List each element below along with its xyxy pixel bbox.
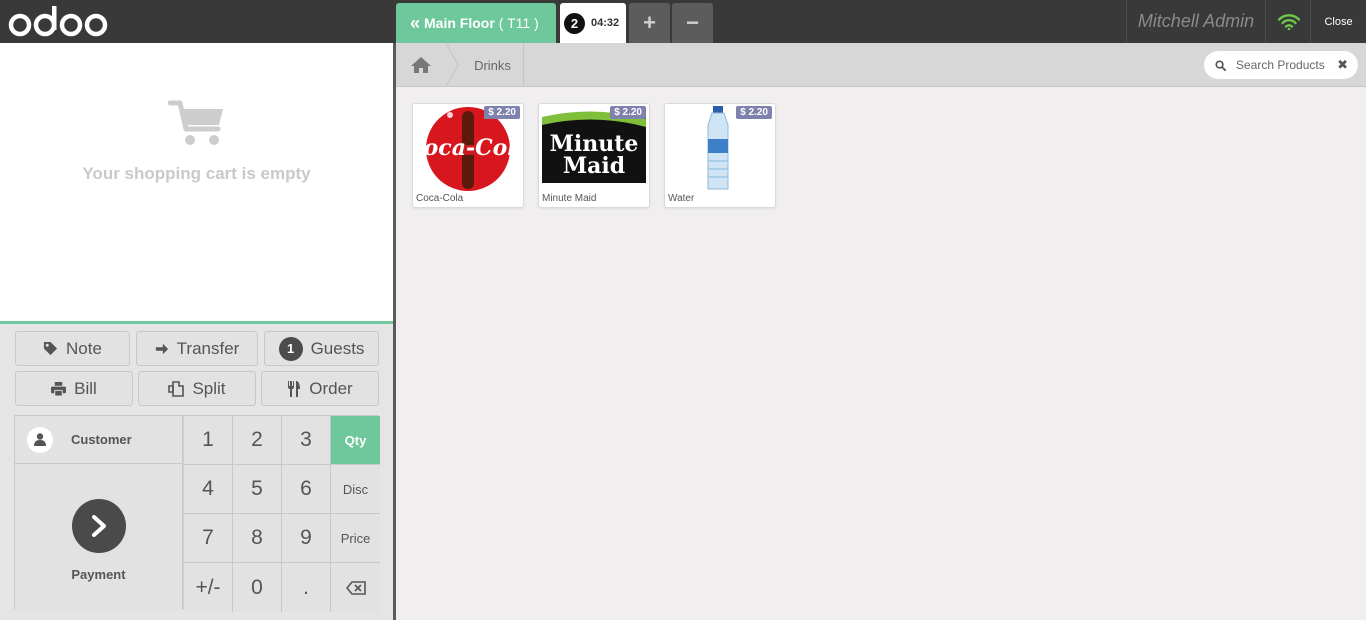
numpad-key-1[interactable]: 1 xyxy=(184,416,233,465)
product-price: $ 2.20 xyxy=(484,106,520,119)
user-icon xyxy=(34,433,46,446)
product-name: Water xyxy=(668,193,695,204)
breadcrumb-separator xyxy=(445,43,459,87)
note-button[interactable]: Note xyxy=(15,331,130,366)
payment-label: Payment xyxy=(71,566,126,582)
minus-icon: − xyxy=(686,10,699,35)
payment-circle xyxy=(71,498,126,553)
numpad-key-0[interactable]: 0 xyxy=(233,563,282,612)
chevron-right-icon xyxy=(91,514,106,537)
numpad-key-7[interactable]: 7 xyxy=(184,514,233,563)
numpad-key-plusminus[interactable]: +/- xyxy=(184,563,233,612)
back-to-floor-button[interactable]: « Main Floor ( T11 ) xyxy=(396,3,556,43)
product-price: $ 2.20 xyxy=(610,106,646,119)
order-number-badge: 2 xyxy=(564,12,585,34)
product-price: $ 2.20 xyxy=(736,106,772,119)
plus-icon: + xyxy=(643,10,656,35)
numpad-backspace-button[interactable] xyxy=(331,563,380,612)
product-name: Coca-Cola xyxy=(416,193,464,204)
numpad-key-8[interactable]: 8 xyxy=(233,514,282,563)
guests-count-badge: 1 xyxy=(278,336,303,361)
empty-cart-message: Your shopping cart is empty xyxy=(82,164,311,183)
order-pane: Your shopping cart is empty Note Transfe… xyxy=(0,43,393,620)
user-name[interactable]: Mitchell Admin xyxy=(1127,0,1265,43)
numpad-key-3[interactable]: 3 xyxy=(282,416,331,465)
numpad-key-4[interactable]: 4 xyxy=(184,465,233,514)
transfer-button[interactable]: Transfer xyxy=(136,331,258,366)
order-cart: Your shopping cart is empty xyxy=(0,43,393,321)
new-order-button[interactable]: + xyxy=(629,3,670,43)
home-icon xyxy=(411,57,431,73)
bill-label: Bill xyxy=(74,378,97,398)
mode-disc-button[interactable]: Disc xyxy=(331,465,380,514)
numpad-key-6[interactable]: 6 xyxy=(282,465,331,514)
product-card-coca-cola[interactable]: Coca-Cola $ 2.20 Coca-Cola xyxy=(412,103,524,208)
numpad-key-dot[interactable]: . xyxy=(282,563,331,612)
backspace-icon xyxy=(345,580,366,595)
numpad-key-9[interactable]: 9 xyxy=(282,514,331,563)
transfer-label: Transfer xyxy=(176,338,240,358)
search-input[interactable]: Search Products xyxy=(1236,58,1337,72)
delete-order-button[interactable]: − xyxy=(672,3,713,43)
clear-search-icon[interactable]: ✖ xyxy=(1337,57,1348,73)
product-screen: Drinks Search Products ✖ Coca-Cola $ 2.2… xyxy=(396,43,1366,620)
double-chevron-left-icon: « xyxy=(410,12,421,33)
breadcrumb: Drinks Search Products ✖ xyxy=(396,43,1366,87)
table-name: ( T11 ) xyxy=(498,15,539,31)
set-customer-button[interactable]: Customer xyxy=(15,416,183,464)
wifi-status[interactable] xyxy=(1266,0,1311,43)
product-card-water[interactable]: $ 2.20 Water xyxy=(664,103,776,208)
shopping-cart-icon xyxy=(168,100,223,145)
mode-qty-button[interactable]: Qty xyxy=(331,416,380,465)
avatar xyxy=(27,426,53,453)
split-button[interactable]: Split xyxy=(138,371,256,406)
guests-label: Guests xyxy=(310,338,365,358)
odoo-logo xyxy=(8,3,110,39)
breadcrumb-category-drinks[interactable]: Drinks xyxy=(462,43,524,87)
numpad: Customer Payment 1 2 3 Qty 4 5 6 Disc 7 … xyxy=(14,415,380,612)
tag-icon xyxy=(43,341,58,356)
mode-price-button[interactable]: Price xyxy=(331,514,380,563)
order-button[interactable]: Order xyxy=(261,371,379,406)
order-time: 04:32 xyxy=(591,17,620,29)
product-name: Minute Maid xyxy=(542,193,597,204)
header-bar: « Main Floor ( T11 ) 2 04:32 + − Mitchel… xyxy=(0,0,1366,43)
wifi-icon xyxy=(1277,13,1300,30)
order-label: Order xyxy=(309,378,353,398)
guests-button[interactable]: 1 Guests xyxy=(264,331,379,366)
split-label: Split xyxy=(192,378,226,398)
search-box[interactable]: Search Products ✖ xyxy=(1204,51,1358,79)
cart-divider xyxy=(0,321,393,324)
breadcrumb-home-button[interactable] xyxy=(396,43,446,87)
order-tab[interactable]: 2 04:32 xyxy=(560,3,626,43)
floor-name: Main Floor xyxy=(424,15,495,31)
customer-label: Customer xyxy=(71,432,132,447)
arrow-right-icon xyxy=(155,343,168,354)
numpad-key-5[interactable]: 5 xyxy=(233,465,282,514)
search-icon xyxy=(1215,59,1226,71)
odoo-logo-icon xyxy=(8,6,108,37)
svg-text:Maid: Maid xyxy=(563,153,625,179)
payment-button[interactable]: Payment xyxy=(15,464,183,610)
product-card-minute-maid[interactable]: Minute Maid $ 2.20 Minute Maid xyxy=(538,103,650,208)
close-button[interactable]: Close xyxy=(1311,0,1366,43)
cutlery-icon xyxy=(288,380,301,397)
numpad-key-2[interactable]: 2 xyxy=(233,416,282,465)
copy-icon xyxy=(168,380,185,397)
printer-icon xyxy=(51,381,67,396)
bill-button[interactable]: Bill xyxy=(15,371,133,406)
svg-text:Coca-Cola: Coca-Cola xyxy=(414,135,522,161)
note-label: Note xyxy=(66,338,102,358)
